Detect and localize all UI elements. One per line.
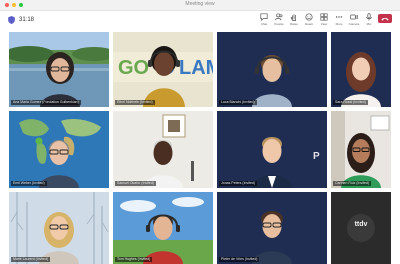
view-label: View: [320, 22, 328, 26]
camera-button[interactable]: Camera: [348, 13, 360, 26]
meeting-window: Meeting view 31:18 Chat People Raise Rea…: [0, 0, 400, 264]
react-label: React: [305, 22, 313, 26]
people-label: People: [274, 22, 284, 26]
participant-tile[interactable]: Marie Laurent (Invited): [9, 192, 109, 264]
participant-name: Carmen Ruiz (Invited): [333, 181, 372, 186]
logo-tile-background: [331, 192, 391, 264]
people-icon: [275, 13, 283, 21]
mic-label: Mic: [366, 22, 372, 26]
participant-name: Pieter de Vries (Invited): [219, 257, 260, 262]
participant-avatar: [39, 212, 79, 264]
participant-tile[interactable]: GO LAM Ethel Ndebele (Invited): [113, 32, 213, 107]
participant-tile[interactable]: Sara Rossi (Invited): [331, 32, 391, 107]
participant-avatar: [252, 137, 292, 188]
participant-name: Jonas Peters (Invited): [219, 181, 258, 186]
mic-button[interactable]: Mic: [363, 13, 375, 26]
more-icon: [335, 16, 343, 18]
mic-icon: [366, 13, 372, 21]
react-icon: [305, 13, 313, 21]
participant-avatar: [341, 52, 381, 107]
participant-tile[interactable]: Emil Weber (Invited): [9, 111, 109, 188]
participant-avatar: [252, 55, 292, 107]
camera-label: Camera: [348, 22, 360, 26]
participant-avatar: [39, 140, 79, 188]
leave-button[interactable]: [378, 14, 392, 23]
participant-tile[interactable]: Pieter de Vries (Invited): [217, 192, 327, 264]
title-bar: Meeting view: [0, 0, 400, 11]
participant-name: Emil Weber (Invited): [11, 181, 47, 186]
chat-icon: [260, 13, 268, 21]
view-icon: [320, 13, 328, 21]
participant-tile[interactable]: Carmen Ruiz (Invited): [331, 111, 391, 188]
react-button[interactable]: React: [303, 13, 315, 26]
chat-label: Chat: [260, 22, 268, 26]
raise-label: Raise: [290, 22, 298, 26]
participant-tile[interactable]: Tom Hughes (Invited): [113, 192, 213, 264]
toolbar-actions: Chat People Raise React View More Camera…: [258, 13, 392, 26]
participant-name: Sara Rossi (Invited): [333, 100, 368, 105]
window-title: Meeting view: [185, 1, 215, 7]
participant-name: Marie Laurent (Invited): [11, 257, 51, 262]
participant-tile[interactable]: Luca Bianchi (Invited): [217, 32, 327, 107]
participant-name: Samuel Okafor (Invited): [115, 181, 156, 186]
phone-hangup-icon: [381, 17, 389, 21]
participant-name: ttdv: [354, 221, 368, 228]
meeting-timer: 31:18: [19, 17, 35, 23]
svg-text:P: P: [313, 151, 320, 162]
participant-tile[interactable]: P Jonas Peters (Invited): [217, 111, 327, 188]
view-button[interactable]: View: [318, 13, 330, 26]
people-button[interactable]: People: [273, 13, 285, 26]
meeting-status: 31:18: [8, 16, 34, 24]
camera-icon: [350, 14, 358, 20]
participant-avatar: [143, 214, 183, 264]
more-label: More: [335, 22, 343, 26]
participant-name: Ana Maria Gomez (Fondation Gulbenkian): [11, 100, 81, 105]
participant-name: Tom Hughes (Invited): [115, 257, 153, 262]
participant-avatar: [341, 133, 381, 188]
raise-hand-button[interactable]: Raise: [288, 13, 300, 26]
participant-tile[interactable]: Ana Maria Gomez (Fondation Gulbenkian): [9, 32, 109, 107]
shield-icon: [8, 16, 15, 24]
participant-name: Ethel Ndebele (Invited): [115, 100, 155, 105]
more-button[interactable]: More: [333, 13, 345, 26]
participant-tile[interactable]: Samuel Okafor (Invited): [113, 111, 213, 188]
participant-avatar: [40, 52, 80, 107]
video-grid: Ana Maria Gomez (Fondation Gulbenkian) G…: [9, 32, 391, 264]
raise-hand-icon: [290, 14, 296, 21]
meeting-toolbar: 31:18 Chat People Raise React View More …: [0, 11, 400, 31]
participant-name: Luca Bianchi (Invited): [219, 100, 257, 105]
participant-tile[interactable]: ttdv: [331, 192, 391, 264]
participant-avatar: [143, 140, 183, 188]
chat-button[interactable]: Chat: [258, 13, 270, 26]
participant-avatar: [252, 211, 292, 264]
participant-avatar: [143, 46, 185, 107]
